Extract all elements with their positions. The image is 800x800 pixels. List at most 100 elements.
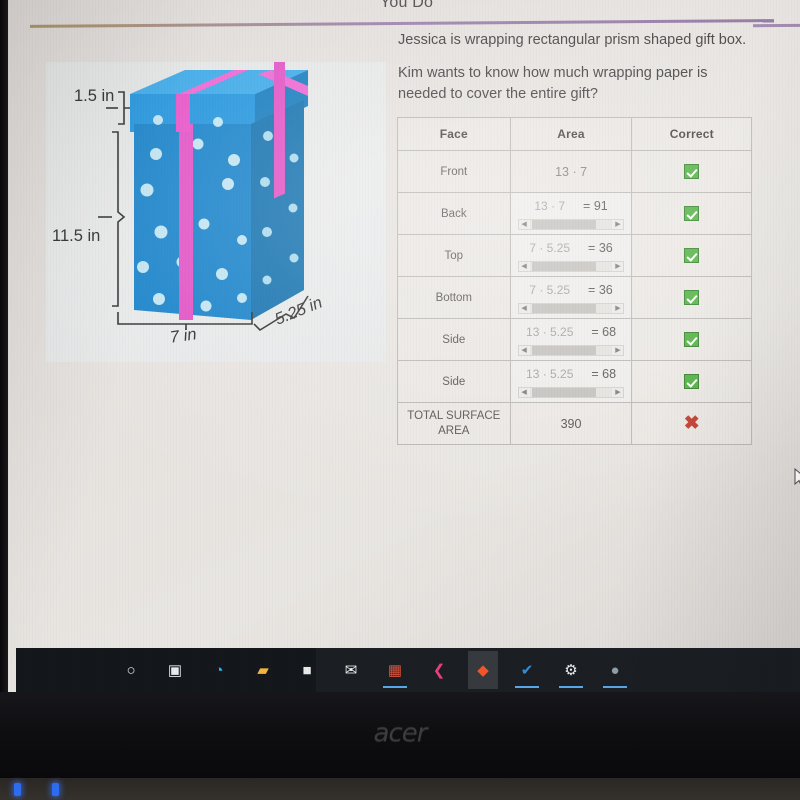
gift-box-illustration <box>98 62 309 332</box>
taskbar-brave-icon[interactable]: ◆ <box>468 651 498 689</box>
face-cell: Bottom <box>397 276 511 319</box>
check-icon <box>684 164 700 179</box>
check-icon <box>684 374 700 389</box>
gift-box-figure: 1.5 in 11.5 in 7 in 5.25 in <box>46 62 386 362</box>
area-cell[interactable]: 13 · 7 <box>509 150 633 193</box>
laptop-bezel: acer <box>0 692 800 800</box>
horizontal-scrollbar[interactable]: ◀ ▶ <box>517 303 625 314</box>
area-input-box[interactable]: 13 · 5.25 = 68 ◀ ▶ <box>510 361 632 402</box>
face-cell: Back <box>397 192 511 235</box>
horizontal-scrollbar[interactable]: ◀ ▶ <box>517 387 625 398</box>
table-row: Back 13 · 7 = 91 ◀ ▶ <box>397 192 752 235</box>
scrollbar-track[interactable] <box>529 304 613 313</box>
area-result: = 36 <box>588 241 613 255</box>
scroll-right-arrow-icon[interactable]: ▶ <box>612 262 623 271</box>
acer-brand-logo: acer <box>373 718 428 748</box>
taskbar-running-indicator <box>383 686 407 688</box>
task-view-glyph: ▣ <box>167 661 183 679</box>
search-glyph: ○ <box>126 661 136 679</box>
face-cell: Side <box>397 318 511 361</box>
scroll-left-arrow-icon[interactable]: ◀ <box>519 304 530 313</box>
scrollbar-track[interactable] <box>529 262 613 271</box>
scrollbar-track[interactable] <box>529 388 613 397</box>
taskbar-file-explorer-icon[interactable]: ▰ <box>248 651 278 689</box>
table-row: Front 13 · 7 <box>397 150 752 193</box>
column-header-correct: Correct <box>631 117 752 151</box>
scroll-right-arrow-icon[interactable]: ▶ <box>612 346 623 355</box>
area-expression-line: 7 · 5.25 = 36 <box>511 235 632 261</box>
horizontal-scrollbar[interactable]: ◀ ▶ <box>517 219 625 230</box>
screen-left-bezel-edge <box>0 0 8 692</box>
scroll-right-arrow-icon[interactable]: ▶ <box>612 304 623 313</box>
total-value: 390 <box>509 402 633 445</box>
scrollbar-thumb[interactable] <box>531 220 597 229</box>
store-glyph: ■ <box>302 661 312 679</box>
area-cell[interactable]: 7 · 5.25 = 36 ◀ ▶ <box>509 234 633 277</box>
table-row: Bottom 7 · 5.25 = 36 ◀ ▶ <box>397 276 752 319</box>
area-input-box[interactable]: 7 · 5.25 = 36 ◀ ▶ <box>510 277 632 318</box>
area-cell[interactable]: 13 · 5.25 = 68 ◀ ▶ <box>509 360 633 403</box>
taskbar-disc-app-icon[interactable]: ● <box>600 651 630 689</box>
face-cell: Front <box>397 150 511 193</box>
table-row: Side 13 · 5.25 = 68 ◀ ▶ <box>397 318 752 361</box>
mail-glyph: ✉ <box>344 661 358 679</box>
scrollbar-thumb[interactable] <box>531 346 597 355</box>
scrollbar-track[interactable] <box>529 220 613 229</box>
problem-statement-1: Jessica is wrapping rectangular prism sh… <box>398 32 747 48</box>
scroll-left-arrow-icon[interactable]: ◀ <box>519 388 530 397</box>
area-expression: 7 · 5.25 <box>529 241 571 255</box>
width-dimension-label: 7 in <box>168 325 198 347</box>
taskbar-running-indicator <box>559 686 583 688</box>
face-cell: Top <box>397 234 511 277</box>
area-input-box[interactable]: 7 · 5.25 = 36 ◀ ▶ <box>510 235 632 276</box>
taskbar-check-app-icon[interactable]: ✔ <box>512 651 542 689</box>
area-result: = 91 <box>583 199 608 213</box>
scrollbar-track[interactable] <box>529 346 613 355</box>
scrollbar-thumb[interactable] <box>531 388 597 397</box>
taskbar-photos-app-icon[interactable]: ▦ <box>380 651 410 689</box>
table-row: Side 13 · 5.25 = 68 ◀ ▶ <box>397 360 752 403</box>
windows-taskbar[interactable]: ○ ▣ ◔ ▰ ■ ✉ ▦ ❮ ◆ ✔ ⚙ ● <box>16 648 800 692</box>
taskbar-settings-icon[interactable]: ⚙ <box>556 651 586 689</box>
table-body: Front 13 · 7 Back 13 · 7 = 91 ◀ ▶ Top 7 · 5.25 = … <box>397 150 752 445</box>
total-label: TOTAL SURFACE AREA <box>397 402 511 445</box>
area-expression: 7 · 5.25 <box>529 283 571 297</box>
area-cell[interactable]: 13 · 5.25 = 68 ◀ ▶ <box>509 318 633 361</box>
scroll-left-arrow-icon[interactable]: ◀ <box>519 262 530 271</box>
taskbar-edge-icon[interactable]: ◔ <box>204 651 234 689</box>
photos-app-glyph: ▦ <box>387 661 403 679</box>
taskbar-mail-icon[interactable]: ✉ <box>336 651 366 689</box>
area-input-box[interactable]: 13 · 7 = 91 ◀ ▶ <box>510 193 632 234</box>
check-icon <box>684 290 700 305</box>
scrollbar-thumb[interactable] <box>531 304 597 313</box>
surface-area-table-wrap: Face Area Correct Front 13 · 7 Back 13 · 7 =… <box>397 117 752 445</box>
taskbar-icon-strip[interactable]: ○ ▣ ◔ ▰ ■ ✉ ▦ ❮ ◆ ✔ ⚙ ● <box>116 648 630 692</box>
horizontal-scrollbar[interactable]: ◀ ▶ <box>517 261 625 272</box>
area-input-box[interactable]: 13 · 5.25 = 68 ◀ ▶ <box>510 319 632 360</box>
horizontal-scrollbar[interactable]: ◀ ▶ <box>517 345 625 356</box>
area-cell[interactable]: 7 · 5.25 = 36 ◀ ▶ <box>509 276 633 319</box>
correct-cell <box>631 318 752 361</box>
height-dimension-label: 11.5 in <box>52 227 101 245</box>
scroll-left-arrow-icon[interactable]: ◀ <box>519 220 530 229</box>
area-cell[interactable]: 13 · 7 = 91 ◀ ▶ <box>509 192 633 235</box>
taskbar-pink-app-icon[interactable]: ❮ <box>424 651 454 689</box>
laptop-deck <box>0 778 800 800</box>
laptop-screen: You Do Jessica is wrapping rectangular p… <box>8 0 800 692</box>
taskbar-store-icon[interactable]: ■ <box>292 651 322 689</box>
correct-cell <box>631 276 752 319</box>
scrollbar-thumb[interactable] <box>531 262 597 271</box>
taskbar-task-view-icon[interactable]: ▣ <box>160 651 190 689</box>
scroll-right-arrow-icon[interactable]: ▶ <box>612 220 623 229</box>
taskbar-search-icon[interactable]: ○ <box>116 651 146 689</box>
area-expression: 13 · 7 <box>534 199 566 213</box>
check-icon <box>684 248 700 263</box>
taskbar-running-indicator <box>603 686 627 688</box>
taskbar-running-indicator <box>515 686 539 688</box>
area-expression-line: 13 · 5.25 = 68 <box>511 319 632 345</box>
scroll-left-arrow-icon[interactable]: ◀ <box>519 346 530 355</box>
correct-cell <box>631 150 752 193</box>
scroll-right-arrow-icon[interactable]: ▶ <box>612 388 623 397</box>
column-header-face: Face <box>397 117 511 151</box>
surface-area-table: Face Area Correct Front 13 · 7 Back 13 · 7 =… <box>397 117 752 445</box>
